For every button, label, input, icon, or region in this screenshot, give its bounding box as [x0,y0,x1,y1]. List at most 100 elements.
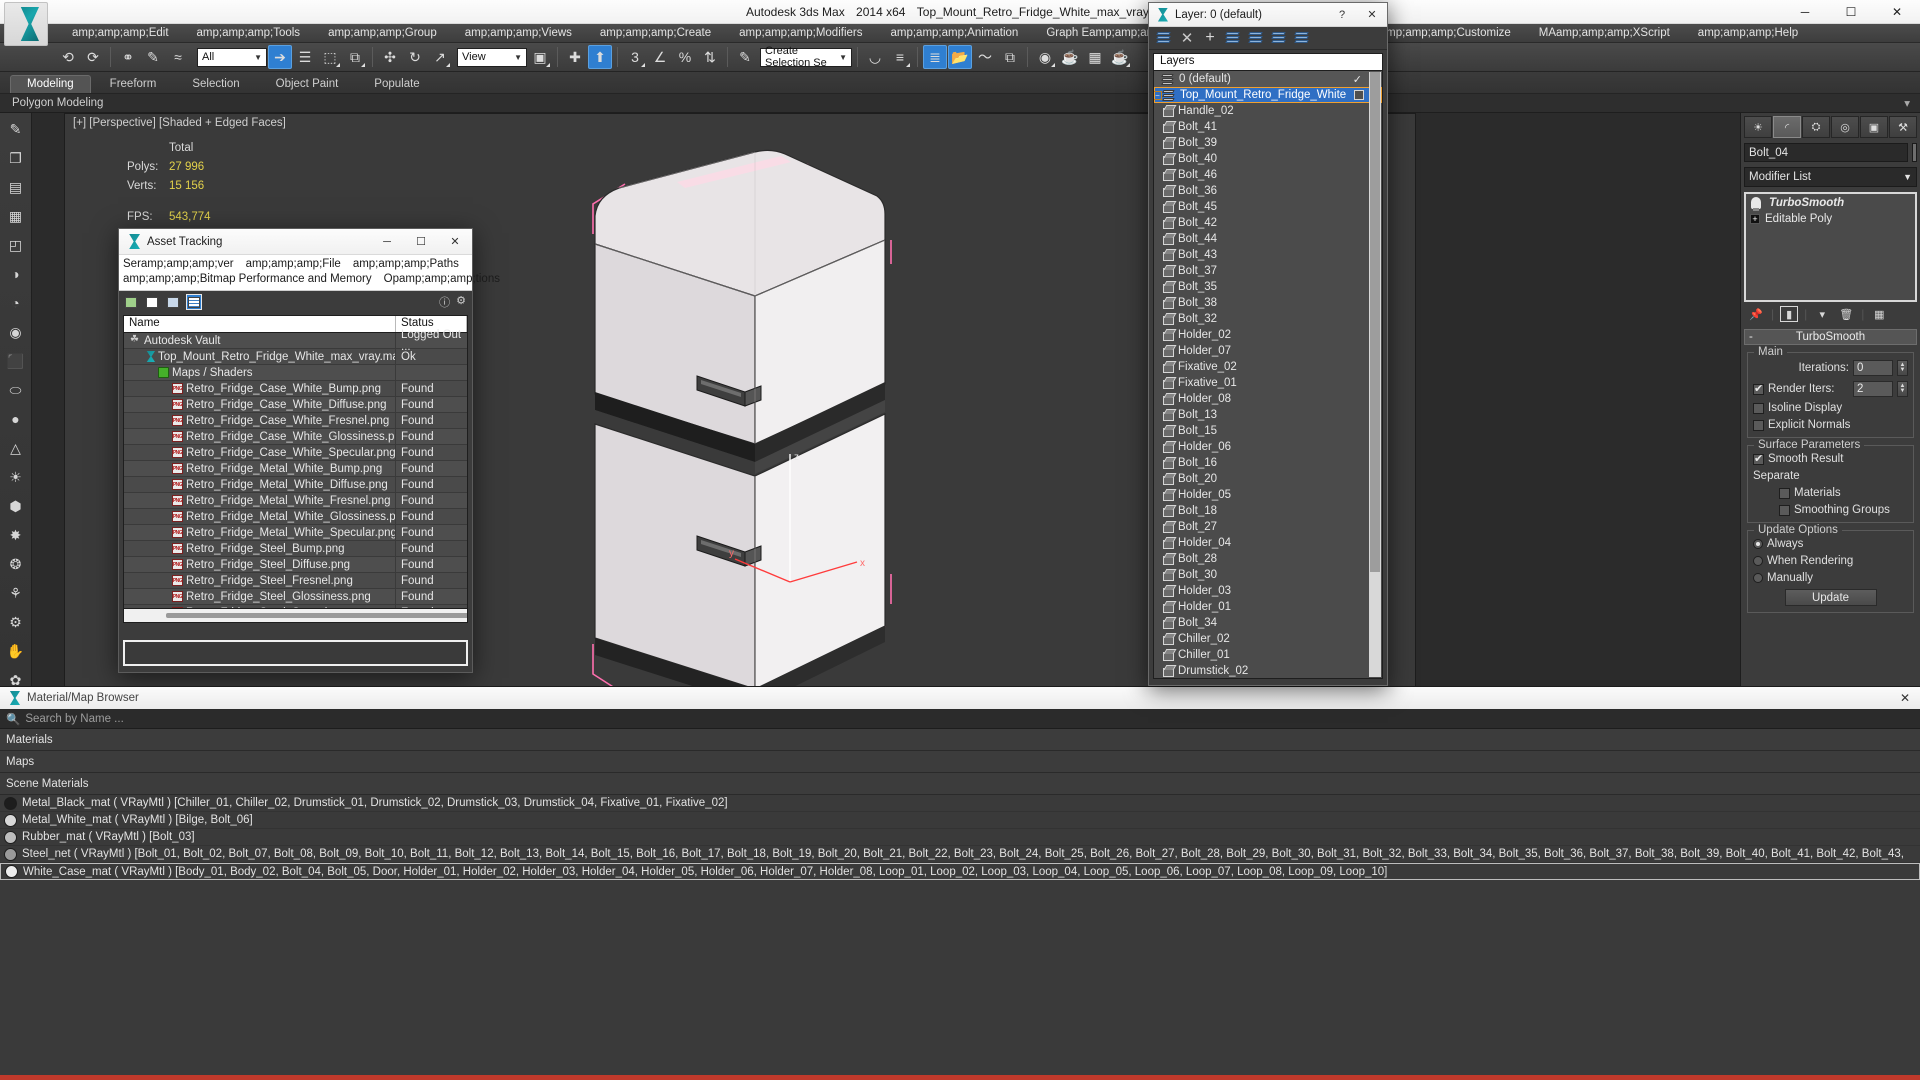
layer-row[interactable]: Holder_06 [1154,439,1382,455]
rail-icon-5[interactable]: ◑ [4,262,28,286]
layer-row[interactable]: Bolt_16 [1154,455,1382,471]
help-icon[interactable]: ⓘ [439,294,450,310]
rail-icon-0[interactable]: ✎ [4,117,28,141]
asset-row[interactable]: PNG Retro_Fridge_Case_White_Diffuse.png Fo… [124,396,467,413]
selection-filter-dropdown[interactable]: All ▼ [197,47,267,67]
expand-plus-icon[interactable]: + [1750,214,1760,224]
rail-icon-13[interactable]: ⬢ [4,494,28,518]
layer-row[interactable]: Bolt_34 [1154,615,1382,631]
asset-maximize-button[interactable]: ☐ [404,229,438,255]
layer-row[interactable]: Bolt_46 [1154,167,1382,183]
scrollbar-thumb[interactable] [1370,72,1380,572]
add-selection-icon[interactable]: + [1202,29,1218,46]
ribbon-tab-object-paint[interactable]: Object Paint [259,75,356,93]
fridge-3d-model[interactable]: z y x [585,144,945,744]
viewport-label[interactable]: [+] [Perspective] [Shaded + Edged Faces] [73,117,286,129]
menu-item-1[interactable]: amp;amp;amp;Tools [183,24,315,42]
layer-row[interactable]: Bolt_30 [1154,567,1382,583]
asset-row[interactable]: PNG Retro_Fridge_Case_White_Fresnel.png Fo… [124,412,467,429]
layer-row[interactable]: 0 (default) ✓ [1154,71,1382,87]
utilities-tab[interactable]: ⚒ [1889,116,1917,138]
rail-icon-11[interactable]: △ [4,436,28,460]
asset-row[interactable]: PNG Retro_Fridge_Case_White_Glossiness.pn… [124,428,467,445]
scene-explorer-button[interactable]: 📂 [948,45,972,69]
edit-named-selection-button[interactable]: ✎ [733,45,757,69]
layer-row[interactable]: Chiller_01 [1154,647,1382,663]
rail-icon-2[interactable]: ▤ [4,175,28,199]
layer-list-scrollbar[interactable] [1369,72,1381,677]
modifier-stack-item-editable-poly[interactable]: + Editable Poly [1747,211,1914,227]
select-by-name-button[interactable]: ☰ [293,45,317,69]
layer-row[interactable]: Holder_07 [1154,343,1382,359]
rail-icon-6[interactable]: ◔ [4,291,28,315]
asset-row[interactable]: PNG Retro_Fridge_Steel_Fresnel.png Found [124,572,467,589]
asset-close-button[interactable]: ✕ [438,229,472,255]
window-crossing-button[interactable]: ⧉ [343,45,367,69]
asset-table[interactable]: Name Status ☘ Autodesk Vault Logged Out ..… [123,315,468,623]
asset-menu-item-1[interactable]: amp;amp;amp;File [246,257,341,272]
create-tab[interactable]: ☀ [1744,116,1772,138]
layer-row[interactable]: Bolt_20 [1154,471,1382,487]
layer-row[interactable]: Holder_05 [1154,487,1382,503]
list-view-icon[interactable] [144,294,160,310]
app-logo-button[interactable] [4,2,48,46]
manually-radio[interactable] [1753,573,1763,583]
select-link-icon[interactable]: ⚭ [116,45,140,69]
ribbon-tab-modeling[interactable]: Modeling [10,75,91,93]
ribbon-minimize-icon[interactable]: ▾ [1904,96,1910,110]
layer-properties-icon[interactable] [1293,30,1310,46]
snap-toggle-button[interactable]: ⬆ [588,45,612,69]
always-radio[interactable] [1753,539,1763,549]
asset-row[interactable]: PNG Retro_Fridge_Metal_White_Specular.png… [124,524,467,541]
layer-row[interactable]: Holder_02 [1154,327,1382,343]
asset-minimize-button[interactable]: ─ [370,229,404,255]
render-iters-stepper[interactable]: ▲ ▼ [1897,381,1908,397]
layer-row[interactable]: Bolt_36 [1154,183,1382,199]
select-and-manipulate-button[interactable]: ✚ [563,45,587,69]
menu-item-5[interactable]: amp;amp;amp;Modifiers [725,24,876,42]
modifier-stack[interactable]: TurboSmooth + Editable Poly [1744,192,1917,302]
rail-icon-4[interactable]: ◰ [4,233,28,257]
ribbon-tab-freeform[interactable]: Freeform [93,75,174,93]
schematic-view-button[interactable]: ⧉ [998,45,1022,69]
grid-view-icon[interactable] [186,294,202,310]
rail-icon-1[interactable]: ❐ [4,146,28,170]
rail-icon-9[interactable]: ⬭ [4,378,28,402]
settings-icon[interactable]: ⚙ [456,294,466,310]
material-editor-button[interactable]: ◉ [1033,45,1057,69]
layer-manager-button[interactable]: ≣ [923,45,947,69]
rectangular-selection-region-button[interactable]: ⬚ [318,45,342,69]
material-search-row[interactable]: 🔍 Search by Name ... [0,709,1920,729]
pin-stack-icon[interactable]: 📌 [1747,306,1765,322]
layer-help-button[interactable]: ? [1327,3,1357,27]
material-browser-title-bar[interactable]: Material/Map Browser ✕ [0,687,1920,709]
menu-item-2[interactable]: amp;amp;amp;Group [314,24,451,42]
layer-row[interactable]: Drumstick_02 [1154,663,1382,678]
smooth-result-checkbox[interactable] [1753,452,1764,465]
delete-layer-icon[interactable]: ✕ [1179,30,1195,47]
layer-row[interactable]: Bolt_38 [1154,295,1382,311]
modifier-stack-item-turbosmooth[interactable]: TurboSmooth [1747,195,1914,211]
asset-row[interactable]: PNG Retro_Fridge_Metal_White_Glossiness.p… [124,508,467,525]
bind-to-spacewarp-icon[interactable]: ≈ [166,45,190,69]
asset-row[interactable]: PNG Retro_Fridge_Case_White_Specular.png F… [124,444,467,461]
layer-row[interactable]: Bolt_37 [1154,263,1382,279]
light-bulb-icon[interactable] [1751,197,1761,211]
asset-row[interactable]: PNG Retro_Fridge_Metal_White_Diffuse.png F… [124,476,467,493]
render-production-button[interactable]: ☕ [1108,45,1132,69]
menu-item-9[interactable]: amp;amp;amp;Customize [1366,24,1525,42]
undo-button[interactable]: ⟲ [56,45,80,69]
select-and-move-button[interactable]: ✣ [378,45,402,69]
iterations-stepper[interactable]: ▲ ▼ [1897,360,1908,376]
material-row[interactable]: White_Case_mat ( VRayMtl ) [Body_01, Bod… [0,863,1920,880]
layer-row[interactable]: Bolt_43 [1154,247,1382,263]
menu-item-11[interactable]: amp;amp;amp;Help [1684,24,1812,42]
render-setup-button[interactable]: ☕ [1058,45,1082,69]
mirror-button[interactable]: ◡ [863,45,887,69]
maximize-button[interactable]: ☐ [1828,0,1874,24]
layer-row[interactable]: Bolt_35 [1154,279,1382,295]
use-pivot-center-button[interactable]: ▣ [528,45,552,69]
layer-close-button[interactable]: ✕ [1357,3,1387,27]
reference-coordinate-dropdown[interactable]: View ▼ [457,47,527,67]
spinner-snap-button[interactable]: ⇅ [698,45,722,69]
